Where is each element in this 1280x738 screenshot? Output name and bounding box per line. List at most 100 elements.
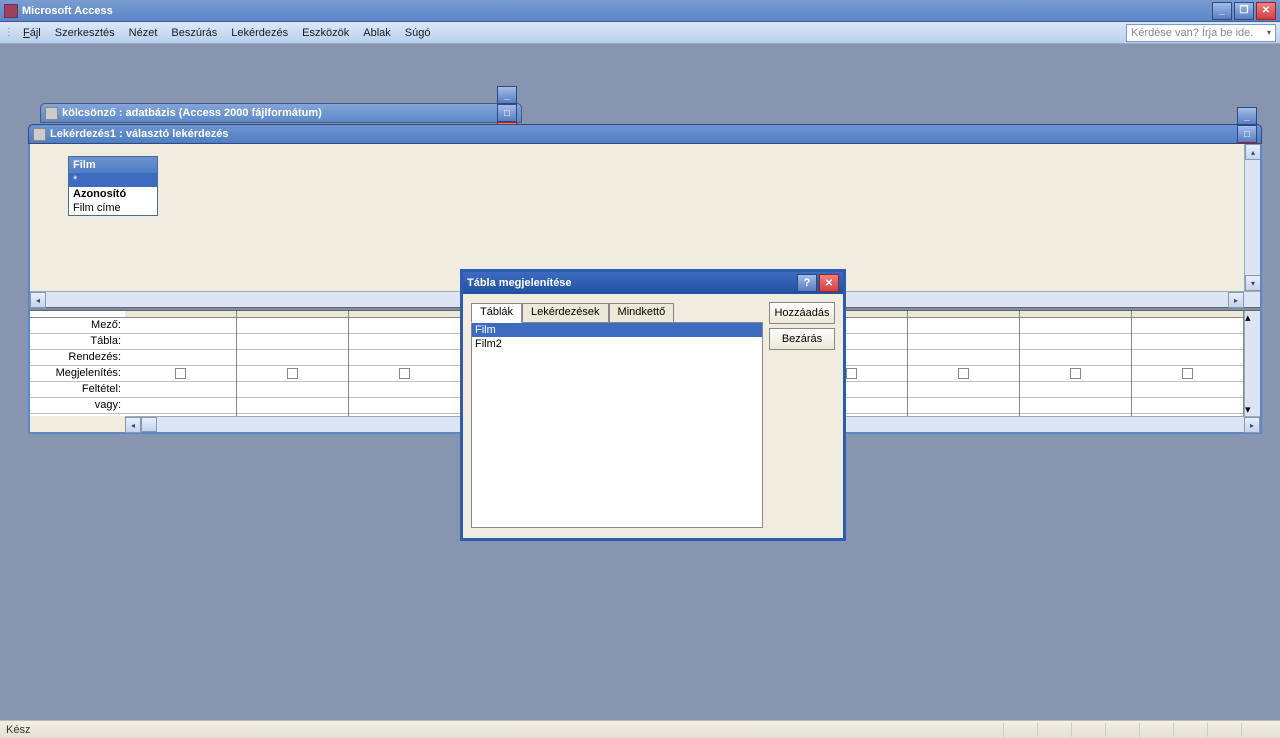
show-cell[interactable]: [1020, 366, 1131, 382]
query-minimize-button[interactable]: _: [1237, 107, 1257, 125]
query-maximize-button[interactable]: □: [1237, 125, 1257, 143]
qbe-column[interactable]: [1020, 311, 1132, 416]
menu-tools[interactable]: Eszközök: [295, 25, 356, 41]
or-cell[interactable]: [125, 398, 236, 414]
checkbox[interactable]: [958, 368, 969, 379]
field-cell[interactable]: [125, 318, 236, 334]
criteria-cell[interactable]: [908, 382, 1019, 398]
or-cell[interactable]: [237, 398, 348, 414]
table-cell[interactable]: [349, 334, 460, 350]
criteria-cell[interactable]: [349, 382, 460, 398]
field-cell[interactable]: [908, 318, 1019, 334]
tab-lekerdezesek[interactable]: Lekérdezések: [522, 303, 609, 323]
criteria-cell[interactable]: [1020, 382, 1131, 398]
menu-query[interactable]: Lekérdezés: [224, 25, 295, 41]
database-titlebar[interactable]: kölcsönző : adatbázis (Access 2000 fájlf…: [40, 103, 522, 123]
column-selector[interactable]: [1020, 311, 1131, 318]
scroll-right-icon[interactable]: ▸: [1228, 292, 1244, 308]
database-window[interactable]: kölcsönző : adatbázis (Access 2000 fájlf…: [40, 103, 522, 123]
criteria-cell[interactable]: [1132, 382, 1243, 398]
criteria-cell[interactable]: [125, 382, 236, 398]
show-table-dialog[interactable]: Tábla megjelenítése ? ✕ Táblák Lekérdezé…: [460, 269, 846, 541]
restore-button[interactable]: ❐: [1234, 2, 1254, 20]
or-cell[interactable]: [1132, 398, 1243, 414]
close-button[interactable]: ✕: [1256, 2, 1276, 20]
checkbox[interactable]: [175, 368, 186, 379]
show-cell[interactable]: [237, 366, 348, 382]
field-cell[interactable]: [349, 318, 460, 334]
db-minimize-button[interactable]: _: [497, 86, 517, 104]
show-cell[interactable]: [908, 366, 1019, 382]
field-star[interactable]: *: [69, 173, 157, 187]
tab-mindketto[interactable]: Mindkettő: [609, 303, 675, 323]
menu-window[interactable]: Ablak: [356, 25, 398, 41]
list-item[interactable]: Film2: [472, 337, 762, 351]
scroll-left-icon[interactable]: ◂: [30, 292, 46, 308]
help-search-box[interactable]: Kérdése van? Írja be ide. ▾: [1126, 24, 1276, 42]
field-film-cime[interactable]: Film címe: [69, 201, 157, 215]
sort-cell[interactable]: [908, 350, 1019, 366]
scroll-up-icon[interactable]: ▴: [1245, 144, 1260, 160]
dialog-close-button[interactable]: ✕: [819, 274, 839, 292]
scroll-left-icon[interactable]: ◂: [125, 417, 141, 433]
scroll-up-icon[interactable]: ▴: [1245, 311, 1251, 324]
add-button[interactable]: Hozzáadás: [769, 302, 835, 324]
show-cell[interactable]: [125, 366, 236, 382]
field-cell[interactable]: [237, 318, 348, 334]
column-selector[interactable]: [237, 311, 348, 318]
sort-cell[interactable]: [1020, 350, 1131, 366]
table-cell[interactable]: [1020, 334, 1131, 350]
scroll-right-icon[interactable]: ▸: [1244, 417, 1260, 433]
help-button[interactable]: ?: [797, 274, 817, 292]
checkbox[interactable]: [846, 368, 857, 379]
checkbox[interactable]: [1070, 368, 1081, 379]
list-item[interactable]: Film: [472, 323, 762, 337]
qbe-column[interactable]: [908, 311, 1020, 416]
menu-view[interactable]: Nézet: [122, 25, 165, 41]
qbe-column[interactable]: [349, 311, 461, 416]
tables-listbox[interactable]: Film Film2: [471, 322, 763, 528]
column-selector[interactable]: [908, 311, 1019, 318]
column-selector[interactable]: [349, 311, 460, 318]
qbe-column[interactable]: [1132, 311, 1244, 416]
scroll-down-icon[interactable]: ▾: [1245, 275, 1260, 291]
tab-tablak[interactable]: Táblák: [471, 303, 522, 323]
or-cell[interactable]: [1020, 398, 1131, 414]
table-cell[interactable]: [125, 334, 236, 350]
checkbox[interactable]: [399, 368, 410, 379]
criteria-cell[interactable]: [237, 382, 348, 398]
show-cell[interactable]: [1132, 366, 1243, 382]
menu-file[interactable]: Fájl: [16, 25, 48, 41]
minimize-button[interactable]: _: [1212, 2, 1232, 20]
sort-cell[interactable]: [1132, 350, 1243, 366]
menu-help[interactable]: Súgó: [398, 25, 438, 41]
field-list[interactable]: * Azonosító Film címe: [69, 173, 157, 215]
menu-edit[interactable]: Szerkesztés: [48, 25, 122, 41]
scroll-down-icon[interactable]: ▾: [1245, 403, 1251, 416]
vertical-scrollbar[interactable]: ▴ ▾: [1244, 144, 1260, 291]
sort-cell[interactable]: [125, 350, 236, 366]
sort-cell[interactable]: [349, 350, 460, 366]
scroll-thumb[interactable]: [141, 417, 157, 432]
field-cell[interactable]: [1020, 318, 1131, 334]
or-cell[interactable]: [908, 398, 1019, 414]
menu-insert[interactable]: Beszúrás: [164, 25, 224, 41]
db-maximize-button[interactable]: □: [497, 104, 517, 122]
table-film[interactable]: Film * Azonosító Film címe: [68, 156, 158, 216]
field-azonosito[interactable]: Azonosító: [69, 187, 157, 201]
table-cell[interactable]: [908, 334, 1019, 350]
query-titlebar[interactable]: Lekérdezés1 : választó lekérdezés _ □ ✕: [28, 124, 1262, 144]
sort-cell[interactable]: [237, 350, 348, 366]
checkbox[interactable]: [287, 368, 298, 379]
dialog-titlebar[interactable]: Tábla megjelenítése ? ✕: [463, 272, 843, 294]
table-cell[interactable]: [1132, 334, 1243, 350]
or-cell[interactable]: [349, 398, 460, 414]
qbe-column[interactable]: [237, 311, 349, 416]
table-cell[interactable]: [237, 334, 348, 350]
field-cell[interactable]: [1132, 318, 1243, 334]
column-selector[interactable]: [1132, 311, 1243, 318]
checkbox[interactable]: [1182, 368, 1193, 379]
close-button[interactable]: Bezárás: [769, 328, 835, 350]
table-header[interactable]: Film: [69, 157, 157, 173]
show-cell[interactable]: [349, 366, 460, 382]
